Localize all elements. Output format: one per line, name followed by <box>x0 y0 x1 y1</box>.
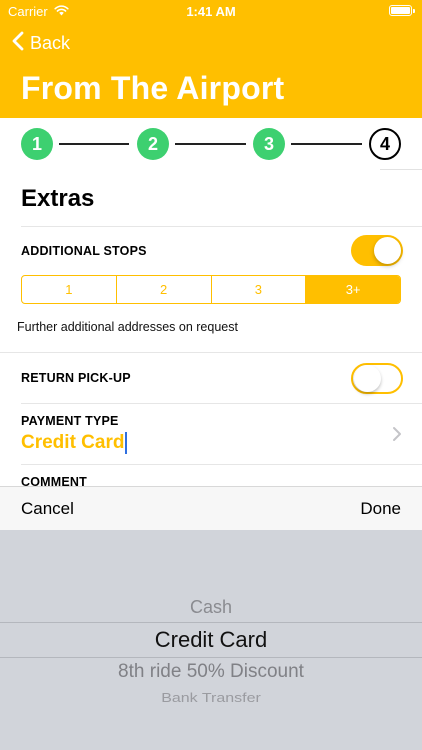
toggle-knob <box>354 365 381 392</box>
back-button[interactable]: Back <box>12 31 70 56</box>
stops-note: Further additional addresses on request <box>17 320 238 334</box>
step-2: 2 <box>137 128 169 160</box>
step-3: 3 <box>253 128 285 160</box>
return-pickup-toggle[interactable] <box>351 363 403 394</box>
status-bar: Carrier 1:41 AM <box>0 0 422 22</box>
status-time: 1:41 AM <box>186 4 236 19</box>
return-pickup-label: RETURN PICK-UP <box>21 371 131 385</box>
chevron-right-icon[interactable] <box>392 426 402 447</box>
payment-type-label: PAYMENT TYPE <box>21 414 119 428</box>
additional-stops-label: ADDITIONAL STOPS <box>21 244 147 258</box>
divider <box>21 464 422 465</box>
stops-option-1[interactable]: 1 <box>22 276 117 303</box>
picker-toolbar: Cancel Done <box>0 486 422 530</box>
step-1: 1 <box>21 128 53 160</box>
header: Carrier 1:41 AM Back From The Airport <box>0 0 422 118</box>
stops-option-2[interactable]: 2 <box>117 276 212 303</box>
chevron-left-icon <box>12 31 30 56</box>
picker-option-credit-card[interactable]: Credit Card <box>0 627 422 653</box>
payment-type-field[interactable]: Credit Card <box>21 432 128 454</box>
picker-selection-line <box>0 657 422 658</box>
divider <box>0 352 422 353</box>
divider <box>21 226 422 227</box>
battery-icon <box>389 5 415 16</box>
picker-option-cash[interactable]: Cash <box>0 597 422 618</box>
step-connector <box>59 143 129 145</box>
step-connector <box>175 143 246 145</box>
divider <box>380 169 422 170</box>
done-button[interactable]: Done <box>360 499 401 519</box>
step-4-current: 4 <box>369 128 401 160</box>
picker-option-bank-transfer[interactable]: Bank Transfer <box>0 692 422 706</box>
picker-selection-line <box>0 622 422 623</box>
stops-option-3-plus[interactable]: 3+ <box>306 276 400 303</box>
picker-option-discount[interactable]: 8th ride 50% Discount <box>0 661 422 683</box>
page-title: From The Airport <box>21 70 285 106</box>
step-connector <box>291 143 362 145</box>
payment-type-picker[interactable]: Cash Credit Card 8th ride 50% Discount B… <box>0 530 422 750</box>
back-label: Back <box>30 33 71 53</box>
text-cursor <box>125 432 128 454</box>
divider <box>21 403 422 404</box>
cancel-button[interactable]: Cancel <box>21 499 74 519</box>
toggle-knob <box>374 237 401 264</box>
progress-stepper: 1 2 3 4 <box>0 118 422 170</box>
stops-segmented-control: 1 2 3 3+ <box>21 275 401 304</box>
stops-option-3[interactable]: 3 <box>212 276 307 303</box>
payment-type-value: Credit Card <box>21 432 125 453</box>
section-title-extras: Extras <box>21 185 95 212</box>
additional-stops-toggle[interactable] <box>351 235 403 266</box>
